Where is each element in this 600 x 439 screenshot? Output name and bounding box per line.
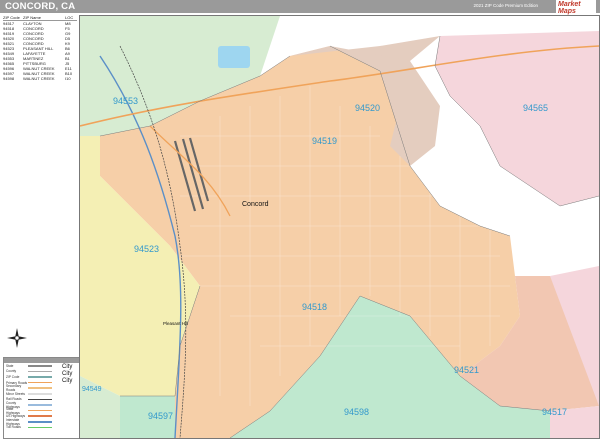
legend-label: County: [6, 369, 17, 374]
zip-table-row: 94598 WALNUT CREEK I10: [3, 76, 77, 81]
map-area[interactable]: 94553 94520 94565 94519 94523 94518 9452…: [79, 15, 600, 439]
zip-label-94518: 94518: [302, 302, 328, 312]
legend-label: Toll Roads: [6, 425, 21, 430]
legend-swatch: [28, 365, 52, 367]
header-name: ZIP Name: [23, 15, 41, 20]
header-loc: LOC: [65, 15, 74, 20]
legend-swatch: [28, 376, 52, 378]
zip-label-94549: 94549: [82, 386, 102, 393]
map-legend: State County ZIP Code Primary Roads Secondar…: [3, 357, 80, 439]
header-zip: ZIP Code: [3, 15, 20, 20]
legend-label: State: [6, 363, 14, 368]
zip-label-94553: 94553: [113, 96, 139, 106]
zip-label-94521: 94521: [454, 365, 480, 375]
zip-label-94520: 94520: [355, 103, 381, 113]
legend-row: Toll Roads: [4, 425, 79, 431]
zip-loc-cell: I10: [65, 76, 71, 81]
legend-swatch: [28, 370, 52, 373]
zip-label-94598: 94598: [344, 407, 370, 417]
compass-rose-icon: [7, 328, 27, 348]
legend-city-sample: City: [62, 371, 73, 377]
legend-label: ZIP Code: [6, 374, 20, 379]
legend-swatch: [28, 404, 52, 406]
legend-label: Minor Streets: [6, 391, 25, 396]
zip-label-94565: 94565: [523, 103, 549, 113]
legend-swatch: [28, 426, 52, 429]
city-label-concord: Concord: [242, 201, 269, 208]
zip-code-table: ZIP Code ZIP Name LOC 94517 CLAYTON M8 9451…: [3, 15, 77, 81]
legend-swatch: [28, 387, 52, 389]
city-label-pleasant-hill: Pleasant Hill: [163, 321, 189, 326]
zip-label-94597: 94597: [148, 411, 174, 421]
lake-water: [218, 46, 250, 68]
legend-swatch: [28, 398, 52, 401]
legend-swatch: [28, 409, 52, 412]
zip-code-cell: 94598: [3, 76, 15, 81]
legend-swatch: [28, 415, 52, 417]
zip-name-cell: WALNUT CREEK: [23, 76, 55, 81]
zip-label-94519: 94519: [312, 136, 338, 146]
zip-label-94517: 94517: [542, 407, 568, 417]
map-title: CONCORD, CA: [5, 1, 76, 12]
legend-swatch: [28, 392, 52, 395]
zip-map: [80, 16, 599, 438]
logo-text: Market Maps: [558, 1, 581, 15]
market-maps-logo: Market Maps: [556, 0, 596, 15]
legend-swatch: [28, 381, 52, 384]
legend-city-sample: City: [62, 364, 73, 370]
title-bar: CONCORD, CA 2021 ZIP Code Premium Editio…: [0, 0, 600, 15]
legend-city-sample: City: [62, 378, 73, 384]
zip-label-94523: 94523: [134, 244, 160, 254]
edition-label: 2021 ZIP Code Premium Edition: [473, 3, 538, 8]
legend-swatch: [28, 420, 52, 423]
